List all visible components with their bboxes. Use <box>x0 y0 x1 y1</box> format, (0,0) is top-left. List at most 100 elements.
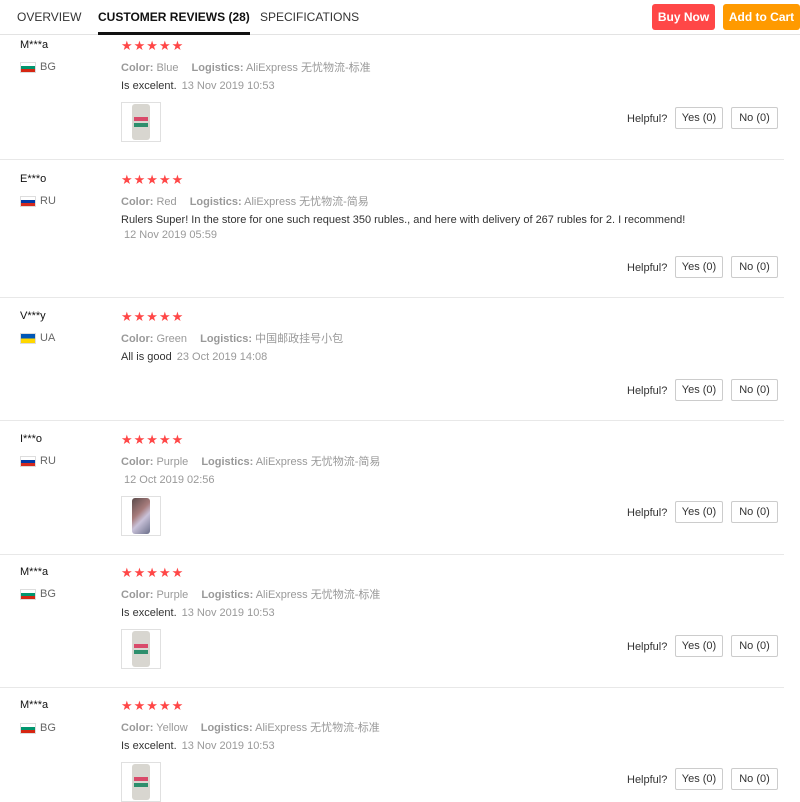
country-code: UA <box>40 332 56 344</box>
review-content: All is good 23 Oct 2019 14:08 <box>121 351 267 363</box>
star-rating: ★★★★★ <box>121 309 185 324</box>
bulgaria-flag-icon <box>20 588 36 600</box>
helpful-label: Helpful? <box>627 507 668 519</box>
review-date: 12 Oct 2019 02:56 <box>124 474 215 486</box>
reviewer-name: M***a <box>20 39 49 51</box>
helpful-label: Helpful? <box>627 641 668 653</box>
review-meta: Color: Purple Logistics: AliExpress 无忧物流… <box>121 453 380 469</box>
customer-photo-image <box>132 498 150 534</box>
color-value: Red <box>156 196 177 208</box>
logistics-value: AliExpress 无忧物流-标准 <box>255 722 380 734</box>
review-content: Is excelent. 13 Nov 2019 10:53 <box>121 607 275 619</box>
buy-now-button[interactable]: Buy Now <box>652 4 715 30</box>
review-photo-thumbnail[interactable] <box>121 629 161 669</box>
review-date: 23 Oct 2019 14:08 <box>176 351 268 363</box>
logistics-label: Logistics: <box>201 589 254 601</box>
star-rating: ★★★★★ <box>121 565 185 580</box>
star-rating: ★★★★★ <box>121 172 185 187</box>
country-code: BG <box>40 588 56 600</box>
color-value: Green <box>156 333 188 345</box>
logistics-label: Logistics: <box>189 196 242 208</box>
country-code: BG <box>40 61 56 73</box>
review-text: Is excelent. <box>121 740 177 752</box>
review-item: V***y UA ★★★★★ Color: Green Logistics: 中… <box>0 298 784 421</box>
logistics-value: 中国邮政挂号小包 <box>255 333 344 345</box>
review-date: 13 Nov 2019 10:53 <box>181 80 275 92</box>
review-item: M***a BG ★★★★★ Color: Yellow Logistics: … <box>0 688 784 802</box>
reviewer-name: V***y <box>20 310 46 322</box>
color-label: Color: <box>121 333 154 345</box>
color-label: Color: <box>121 456 154 468</box>
reviewer-name: E***o <box>20 173 47 185</box>
tab-specifications[interactable]: SPECIFICATIONS <box>260 0 359 34</box>
review-photo-thumbnail[interactable] <box>121 762 161 802</box>
review-item: E***o RU ★★★★★ Color: Red Logistics: Ali… <box>0 160 784 298</box>
review-meta: Color: Blue Logistics: AliExpress 无忧物流-标… <box>121 59 371 75</box>
helpful-yes-button[interactable]: Yes (0) <box>675 768 723 790</box>
helpful-label: Helpful? <box>627 113 668 125</box>
review-date: 13 Nov 2019 10:53 <box>181 607 275 619</box>
review-item: M***a BG ★★★★★ Color: Blue Logistics: Al… <box>0 35 784 160</box>
reviewer-country: BG <box>20 722 56 734</box>
logistics-label: Logistics: <box>200 722 253 734</box>
review-photo-thumbnail[interactable] <box>121 496 161 536</box>
review-meta: Color: Yellow Logistics: AliExpress 无忧物流… <box>121 719 380 735</box>
logistics-value: AliExpress 无忧物流-标准 <box>245 62 371 74</box>
review-content: Is excelent. 13 Nov 2019 10:53 <box>121 740 275 752</box>
logistics-value: AliExpress 无忧物流-简易 <box>244 196 369 208</box>
review-date: 13 Nov 2019 10:53 <box>181 740 275 752</box>
star-rating: ★★★★★ <box>121 38 185 53</box>
color-value: Purple <box>156 589 189 601</box>
helpful-no-button[interactable]: No (0) <box>731 501 778 523</box>
reviewer-name: M***a <box>20 699 49 711</box>
color-value: Yellow <box>156 722 188 734</box>
review-meta: Color: Green Logistics: 中国邮政挂号小包 <box>121 330 343 346</box>
review-date: 12 Nov 2019 05:59 <box>124 229 217 241</box>
review-text: Rulers Super! In the store for one such … <box>121 214 686 226</box>
tab-overview[interactable]: OVERVIEW <box>17 0 81 34</box>
color-label: Color: <box>121 722 154 734</box>
tab-customer-reviews[interactable]: CUSTOMER REVIEWS (28) <box>98 0 250 35</box>
helpful-no-button[interactable]: No (0) <box>731 379 778 401</box>
helpful-no-button[interactable]: No (0) <box>731 635 778 657</box>
logistics-value: AliExpress 无忧物流-简易 <box>255 456 381 468</box>
review-item: M***a BG ★★★★★ Color: Purple Logistics: … <box>0 555 784 688</box>
star-rating: ★★★★★ <box>121 432 185 447</box>
review-item: I***o RU ★★★★★ Color: Purple Logistics: … <box>0 421 784 555</box>
logistics-value: AliExpress 无忧物流-标准 <box>255 589 381 601</box>
helpful-yes-button[interactable]: Yes (0) <box>675 379 723 401</box>
review-photo-thumbnail[interactable] <box>121 102 161 142</box>
reviewer-name: M***a <box>20 566 49 578</box>
helpful-no-button[interactable]: No (0) <box>731 768 778 790</box>
helpful-yes-button[interactable]: Yes (0) <box>675 256 723 278</box>
reviewer-country: UA <box>20 332 55 344</box>
bulgaria-flag-icon <box>20 722 36 734</box>
tab-bar: OVERVIEW CUSTOMER REVIEWS (28) SPECIFICA… <box>0 0 800 35</box>
helpful-yes-button[interactable]: Yes (0) <box>675 635 723 657</box>
review-text: Is excelent. <box>121 80 177 92</box>
bulgaria-flag-icon <box>20 61 36 73</box>
color-value: Blue <box>156 62 179 74</box>
logistics-label: Logistics: <box>200 333 253 345</box>
helpful-no-button[interactable]: No (0) <box>731 256 778 278</box>
review-meta: Color: Red Logistics: AliExpress 无忧物流-简易 <box>121 193 369 209</box>
reviewer-country: BG <box>20 588 56 600</box>
color-label: Color: <box>121 589 154 601</box>
color-value: Purple <box>156 456 189 468</box>
helpful-yes-button[interactable]: Yes (0) <box>675 501 723 523</box>
phone-case-image <box>132 631 150 667</box>
country-code: BG <box>40 722 56 734</box>
ukraine-flag-icon <box>20 332 36 344</box>
reviewer-country: RU <box>20 195 56 207</box>
add-to-cart-button[interactable]: Add to Cart <box>723 4 800 30</box>
review-text: Is excelent. <box>121 607 177 619</box>
logistics-label: Logistics: <box>191 62 244 74</box>
helpful-yes-button[interactable]: Yes (0) <box>675 107 723 129</box>
reviewer-country: RU <box>20 455 56 467</box>
phone-case-image <box>132 104 150 140</box>
helpful-label: Helpful? <box>627 262 668 274</box>
russia-flag-icon <box>20 195 36 207</box>
review-text: All is good <box>121 351 172 363</box>
color-label: Color: <box>121 62 154 74</box>
helpful-no-button[interactable]: No (0) <box>731 107 778 129</box>
